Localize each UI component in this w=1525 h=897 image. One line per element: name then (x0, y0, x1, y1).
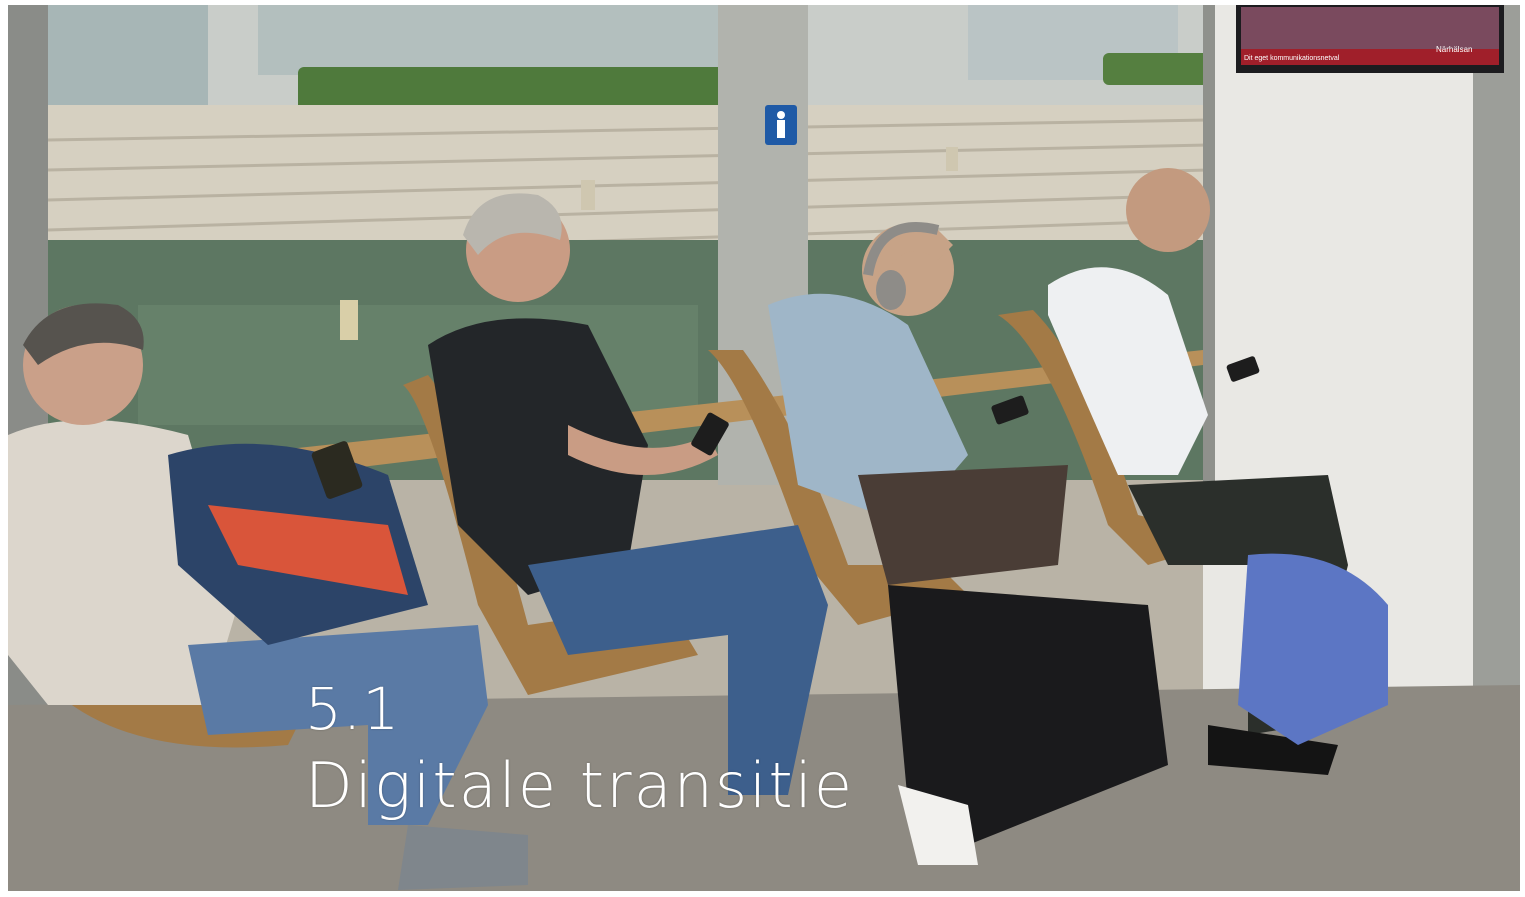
tv-caption-left: Dit eget kommunikationsnetval (1244, 55, 1340, 62)
photo-frame: Dit eget kommunikationsnetval Närhälsan (8, 5, 1520, 891)
section-number: 5.1 (305, 675, 401, 743)
section-heading: 5.1 Digitale transitie (305, 673, 854, 827)
section-title: Digitale transitie (305, 749, 855, 822)
tv-caption-right: Närhälsan (1436, 45, 1472, 54)
